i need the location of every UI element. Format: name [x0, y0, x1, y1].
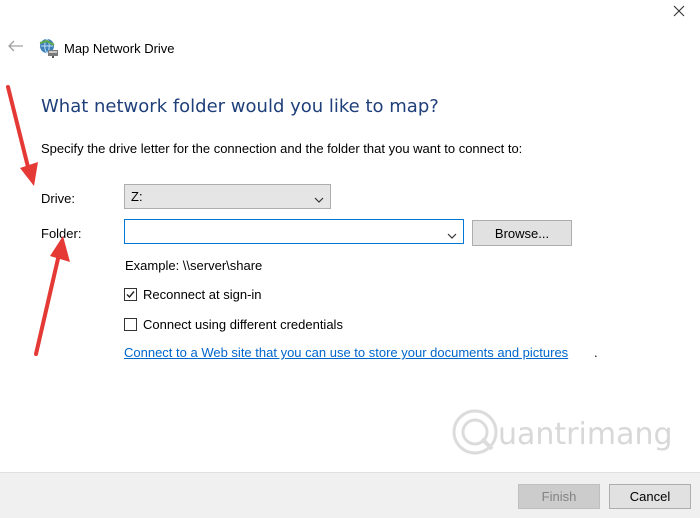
folder-input[interactable]	[129, 221, 433, 244]
close-button[interactable]	[666, 2, 692, 24]
page-heading: What network folder would you like to ma…	[41, 96, 439, 117]
link-period: .	[594, 345, 598, 360]
back-arrow-icon	[8, 39, 24, 57]
network-drive-icon	[38, 37, 60, 59]
back-button[interactable]	[6, 38, 26, 58]
watermark-text: uantrimang	[498, 417, 673, 452]
example-text: Example: \\server\share	[125, 258, 263, 273]
wizard-footer: Finish Cancel	[0, 472, 700, 518]
window-title: Map Network Drive	[64, 41, 175, 56]
close-icon	[673, 4, 685, 22]
chevron-down-icon	[314, 192, 324, 207]
credentials-label: Connect using different credentials	[143, 317, 343, 332]
reconnect-checkbox[interactable]	[124, 288, 137, 301]
web-site-link[interactable]: Connect to a Web site that you can use t…	[124, 345, 568, 360]
credentials-option[interactable]: Connect using different credentials	[124, 317, 343, 332]
reconnect-option[interactable]: Reconnect at sign-in	[124, 287, 262, 302]
cancel-button[interactable]: Cancel	[609, 484, 691, 509]
browse-button[interactable]: Browse...	[472, 220, 572, 246]
drive-select[interactable]: Z:	[124, 184, 331, 209]
credentials-checkbox[interactable]	[124, 318, 137, 331]
reconnect-label: Reconnect at sign-in	[143, 287, 262, 302]
drive-label: Drive:	[41, 191, 75, 206]
chevron-down-icon[interactable]	[447, 227, 457, 245]
folder-label: Folder:	[41, 226, 82, 241]
folder-combobox[interactable]	[124, 219, 464, 244]
drive-value: Z:	[131, 189, 143, 204]
checkmark-icon	[126, 291, 135, 299]
watermark-logo: uantrimang	[450, 403, 680, 463]
wizard-header: Map Network Drive	[0, 36, 700, 62]
finish-button[interactable]: Finish	[518, 484, 600, 509]
annotation-arrow-folder	[34, 236, 70, 356]
annotation-arrow-drive	[6, 85, 38, 186]
instruction-text: Specify the drive letter for the connect…	[41, 141, 523, 156]
